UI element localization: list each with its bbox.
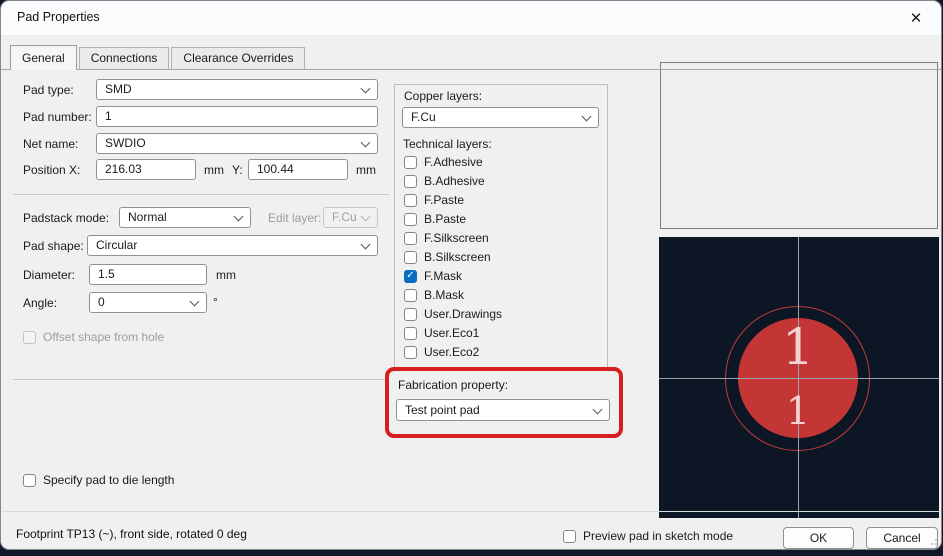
crosshair-vertical [798,237,799,518]
ok-button[interactable]: OK [783,527,854,549]
resize-grip[interactable] [929,537,937,545]
tab-clearance-overrides[interactable]: Clearance Overrides [171,47,305,69]
tab-general[interactable]: General [10,45,77,70]
tab-divider [1,69,941,70]
layer-checkbox-user-eco2[interactable]: ✓ User.Eco2 [404,344,479,360]
position-x-input[interactable]: 216.03 [96,159,196,180]
footer-divider [2,511,940,512]
chevron-down-icon [582,112,592,122]
checkbox[interactable]: ✓ [23,474,36,487]
pad-shape-label: Pad shape: [23,236,84,257]
chevron-down-icon [234,212,244,222]
chevron-down-icon [190,297,200,307]
layer-checkbox-f-adhesive[interactable]: ✓ F.Adhesive [404,154,483,170]
angle-unit: ° [213,292,218,313]
layer-checkbox-user-eco1[interactable]: ✓ User.Eco1 [404,325,479,341]
fabrication-property-label: Fabrication property: [398,375,508,396]
pad-type-select[interactable]: SMD [96,79,378,100]
sketch-mode-checkbox[interactable]: ✓ Preview pad in sketch mode [563,528,733,544]
layer-checkbox-f-paste[interactable]: ✓ F.Paste [404,192,464,208]
edit-layer-select: F.Cu [323,207,378,228]
pad-net-text: 1 [786,392,810,430]
diameter-input[interactable]: 1.5 [89,264,207,285]
layer-checkbox-b-paste[interactable]: ✓ B.Paste [404,211,466,227]
position-y-unit: mm [356,160,376,181]
layer-checkbox-f-silkscreen[interactable]: ✓ F.Silkscreen [404,230,489,246]
cancel-button[interactable]: Cancel [866,527,938,549]
preview-panel-empty [660,62,938,229]
checkbox[interactable]: ✓ [404,194,417,207]
position-x-label: Position X: [23,160,80,181]
checkbox[interactable]: ✓ [404,270,417,283]
crosshair-horizontal [659,378,939,379]
chevron-down-icon [361,138,371,148]
checkbox[interactable]: ✓ [404,251,417,264]
pad-properties-dialog: Pad Properties ✕ General Connections Cle… [0,0,942,550]
chevron-down-icon [361,212,371,222]
checkbox[interactable]: ✓ [404,213,417,226]
checkbox[interactable]: ✓ [404,289,417,302]
diameter-unit: mm [216,265,236,286]
pad-preview-canvas: 1 1 [659,237,939,518]
pad-shape-select[interactable]: Circular [87,235,378,256]
padstack-mode-select[interactable]: Normal [119,207,251,228]
checkbox: ✓ [23,331,36,344]
layer-checkbox-b-adhesive[interactable]: ✓ B.Adhesive [404,173,485,189]
close-icon[interactable]: ✕ [901,6,931,30]
layer-checkbox-user-drawings[interactable]: ✓ User.Drawings [404,306,502,322]
position-y-input[interactable]: 100.44 [248,159,348,180]
pad-number-label: Pad number: [23,107,92,128]
checkbox[interactable]: ✓ [404,346,417,359]
layer-checkbox-f-mask[interactable]: ✓ F.Mask [404,268,462,284]
section-divider [13,194,389,195]
chevron-down-icon [361,240,371,250]
checkbox[interactable]: ✓ [404,156,417,169]
screen: Pad Properties ✕ General Connections Cle… [0,0,943,556]
layer-checkbox-b-mask[interactable]: ✓ B.Mask [404,287,464,303]
angle-select[interactable]: 0 [89,292,207,313]
pad-number-input[interactable]: 1 [96,106,378,127]
angle-label: Angle: [23,293,57,314]
technical-layers-label: Technical layers: [403,134,492,155]
checkbox[interactable]: ✓ [404,327,417,340]
checkbox[interactable]: ✓ [404,308,417,321]
edit-layer-label: Edit layer: [268,208,321,229]
position-y-label: Y: [232,160,243,181]
checkbox[interactable]: ✓ [404,232,417,245]
chevron-down-icon [593,405,603,415]
pad-number-text: 1 [782,322,814,372]
check-icon: ✓ [406,271,414,281]
fabrication-property-select[interactable]: Test point pad [396,399,610,421]
copper-layers-select[interactable]: F.Cu [402,107,599,128]
pad-to-die-length-checkbox[interactable]: ✓ Specify pad to die length [23,472,174,488]
offset-shape-checkbox: ✓ Offset shape from hole [23,329,164,345]
net-name-select[interactable]: SWDIO [96,133,378,154]
titlebar: Pad Properties ✕ [1,1,941,35]
pad-type-label: Pad type: [23,80,74,101]
diameter-label: Diameter: [23,265,75,286]
copper-layers-label: Copper layers: [404,86,482,107]
tab-connections[interactable]: Connections [79,47,170,69]
position-x-unit: mm [204,160,224,181]
window-title: Pad Properties [17,10,100,24]
footprint-status-text: Footprint TP13 (~), front side, rotated … [16,527,247,541]
layer-checkbox-b-silkscreen[interactable]: ✓ B.Silkscreen [404,249,491,265]
section-divider [13,379,389,380]
checkbox[interactable]: ✓ [563,530,576,543]
chevron-down-icon [361,84,371,94]
net-name-label: Net name: [23,134,78,155]
padstack-mode-label: Padstack mode: [23,208,109,229]
checkbox[interactable]: ✓ [404,175,417,188]
tab-bar: General Connections Clearance Overrides [10,45,305,69]
